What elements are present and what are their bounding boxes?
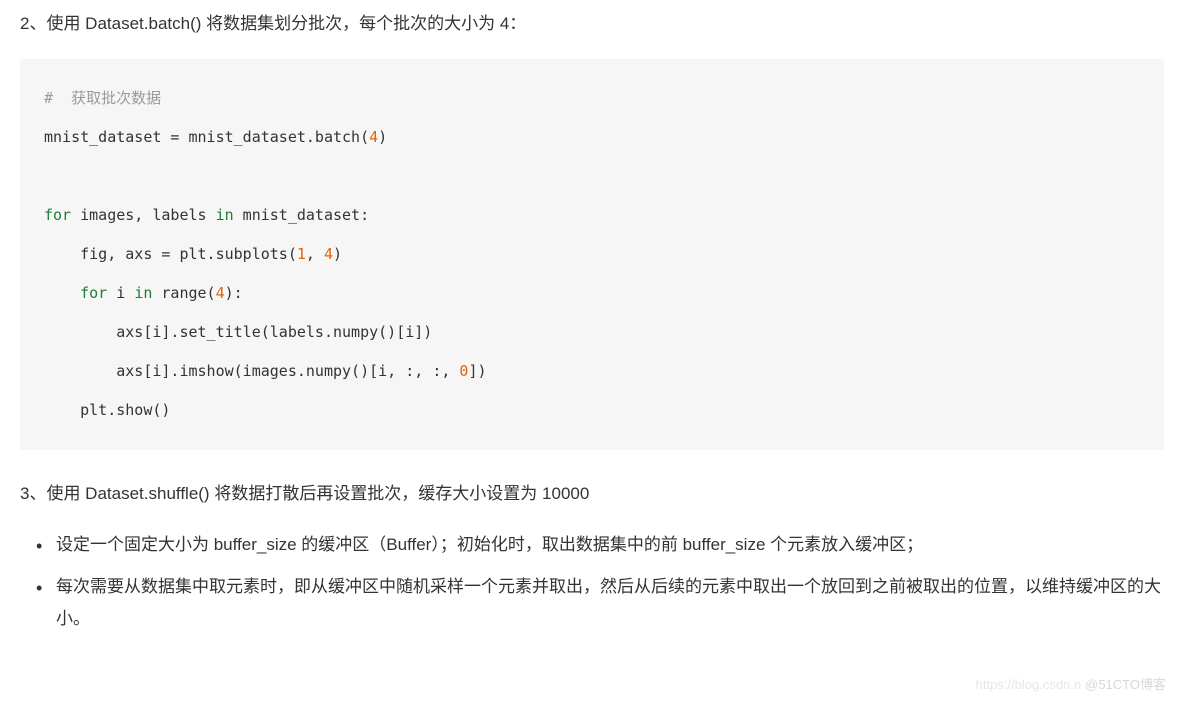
watermark-left: https://blog.csdn.n [976,677,1082,692]
code-line-1a: mnist_dataset = mnist_dataset.batch( [44,128,369,146]
code-line-3c: , [306,245,324,263]
code-line-7: plt.show() [44,401,170,419]
code-line-4c: ): [225,284,243,302]
code-num-4: 4 [369,128,378,146]
code-line-6a: axs[i].imshow(images.numpy()[i, :, :, [44,362,459,380]
code-block: # 获取批次数据 mnist_dataset = mnist_dataset.b… [20,59,1164,450]
code-num-1: 1 [297,245,306,263]
watermark: https://blog.csdn.n@51CTO博客 [976,674,1166,696]
code-num-4b: 4 [324,245,333,263]
code-keyword-in: in [216,206,234,224]
code-line-4a: i [107,284,134,302]
code-keyword-in-2: in [134,284,152,302]
code-line-3b: ) [333,245,342,263]
watermark-right: @51CTO博客 [1085,677,1166,692]
section-2-heading: 2、使用 Dataset.batch() 将数据集划分批次，每个批次的大小为 4… [20,10,1164,39]
code-line-6b: ]) [468,362,486,380]
code-line-1b: ) [378,128,387,146]
code-num-4c: 4 [216,284,225,302]
section-3-heading: 3、使用 Dataset.shuffle() 将数据打散后再设置批次，缓存大小设… [20,480,1164,509]
code-comment: # 获取批次数据 [44,89,161,107]
code-line-2b: mnist_dataset: [234,206,369,224]
code-line-3a: fig, axs = plt.subplots( [44,245,297,263]
code-line-5: axs[i].set_title(labels.numpy()[i]) [44,323,432,341]
bullet-list: 设定一个固定大小为 buffer_size 的缓冲区（Buffer）；初始化时，… [20,529,1164,636]
code-keyword-for: for [44,206,71,224]
code-line-2a: images, labels [71,206,216,224]
list-item: 设定一个固定大小为 buffer_size 的缓冲区（Buffer）；初始化时，… [56,529,1164,561]
code-line-4b: range( [152,284,215,302]
code-keyword-for-2: for [80,284,107,302]
list-item: 每次需要从数据集中取元素时，即从缓冲区中随机采样一个元素并取出，然后从后续的元素… [56,571,1164,636]
